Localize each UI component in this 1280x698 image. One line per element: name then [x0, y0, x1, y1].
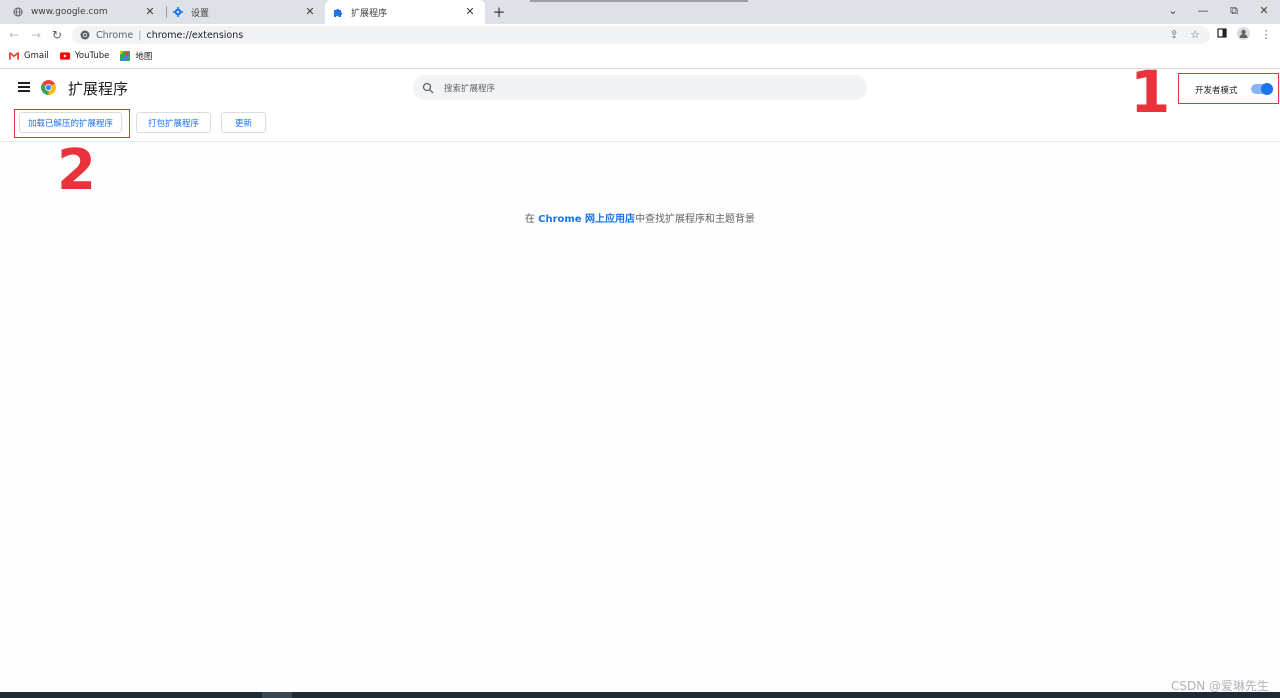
- toggle-knob: [1261, 83, 1273, 95]
- bookmark-youtube[interactable]: YouTube: [59, 51, 110, 61]
- tab-google[interactable]: www.google.com ✕: [5, 0, 165, 24]
- bookmark-label: Gmail: [24, 51, 49, 61]
- developer-mode-label: 开发者模式: [1195, 86, 1238, 96]
- close-icon[interactable]: ✕: [463, 5, 477, 19]
- developer-mode-toggle[interactable]: [1251, 83, 1273, 95]
- web-store-link[interactable]: Chrome 网上应用店: [538, 214, 635, 225]
- page-title: 扩展程序: [68, 80, 129, 98]
- tab-settings[interactable]: 设置 ✕: [165, 0, 325, 24]
- restore-button[interactable]: ⧉: [1219, 2, 1249, 20]
- search-extensions-input[interactable]: 搜索扩展程序: [413, 75, 867, 100]
- reload-icon[interactable]: ↻: [49, 27, 65, 43]
- youtube-icon: [59, 52, 70, 60]
- taskbar-item[interactable]: [262, 692, 292, 698]
- promo-prefix: 在: [524, 214, 535, 225]
- annotation-marker-2: 2: [57, 138, 96, 203]
- tab-strip: www.google.com ✕ 设置 ✕ 扩展程序 ✕ + ⌄ — ⧉ ✕: [0, 0, 1280, 24]
- bookmark-label: YouTube: [74, 51, 110, 61]
- window-close-button[interactable]: ✕: [1249, 2, 1279, 20]
- forward-arrow-icon[interactable]: →: [28, 27, 44, 43]
- puzzle-icon: [333, 7, 343, 17]
- bookmark-label: 地图: [135, 52, 153, 62]
- chrome-logo-icon: [41, 80, 56, 95]
- close-icon[interactable]: ✕: [303, 5, 317, 19]
- address-url: chrome://extensions: [146, 29, 244, 41]
- share-icon[interactable]: ⇪: [1166, 27, 1182, 43]
- tab-title: www.google.com: [31, 7, 108, 17]
- search-placeholder: 搜索扩展程序: [444, 83, 496, 94]
- address-bar[interactable]: Chrome | chrome://extensions: [72, 26, 1210, 44]
- tab-extensions[interactable]: 扩展程序 ✕: [325, 0, 485, 24]
- globe-icon: [13, 7, 23, 17]
- taskbar: [0, 692, 1280, 698]
- search-icon: [422, 82, 434, 93]
- gmail-icon: [9, 52, 19, 60]
- bookmark-star-icon[interactable]: ☆: [1187, 27, 1203, 43]
- minimize-button[interactable]: —: [1188, 2, 1218, 20]
- window-drag-indicator: [530, 0, 748, 2]
- bookmark-maps[interactable]: 地图: [120, 50, 152, 62]
- address-host: Chrome: [96, 29, 134, 41]
- address-separator: |: [138, 29, 142, 41]
- developer-mode-highlight: 开发者模式: [1178, 73, 1279, 104]
- hamburger-menu-icon[interactable]: [18, 82, 30, 92]
- close-icon[interactable]: ✕: [143, 5, 157, 19]
- update-button[interactable]: 更新: [221, 112, 266, 133]
- tab-search-chevron-icon[interactable]: ⌄: [1158, 2, 1188, 20]
- bookmarks-bar: Gmail YouTube 地图: [0, 46, 1280, 66]
- maps-icon: [120, 51, 131, 61]
- back-arrow-icon[interactable]: ←: [6, 27, 22, 43]
- pack-extension-button[interactable]: 打包扩展程序: [136, 112, 211, 133]
- gear-icon: [173, 7, 183, 17]
- tab-title: 扩展程序: [351, 8, 388, 19]
- browser-toolbar: ← → ↻ Chrome | chrome://extensions ⇪ ☆ ⋮: [0, 24, 1280, 46]
- kebab-menu-icon[interactable]: ⋮: [1258, 27, 1274, 43]
- developer-toolbar: 加载已解压的扩展程序 打包扩展程序 更新: [0, 107, 1280, 141]
- chrome-site-icon: [80, 30, 90, 40]
- extensions-header: 扩展程序 搜索扩展程序 开发者模式: [0, 69, 1280, 107]
- side-panel-icon[interactable]: [1214, 27, 1230, 43]
- promo-suffix: 中查找扩展程序和主题背景: [635, 214, 756, 225]
- tab-title: 设置: [191, 8, 210, 19]
- profile-avatar-icon[interactable]: [1235, 27, 1251, 43]
- web-store-promo: 在 Chrome 网上应用店中查找扩展程序和主题背景: [0, 210, 1280, 225]
- bookmark-gmail[interactable]: Gmail: [9, 51, 49, 61]
- load-unpacked-highlight: [14, 109, 130, 138]
- new-tab-button[interactable]: +: [490, 3, 508, 21]
